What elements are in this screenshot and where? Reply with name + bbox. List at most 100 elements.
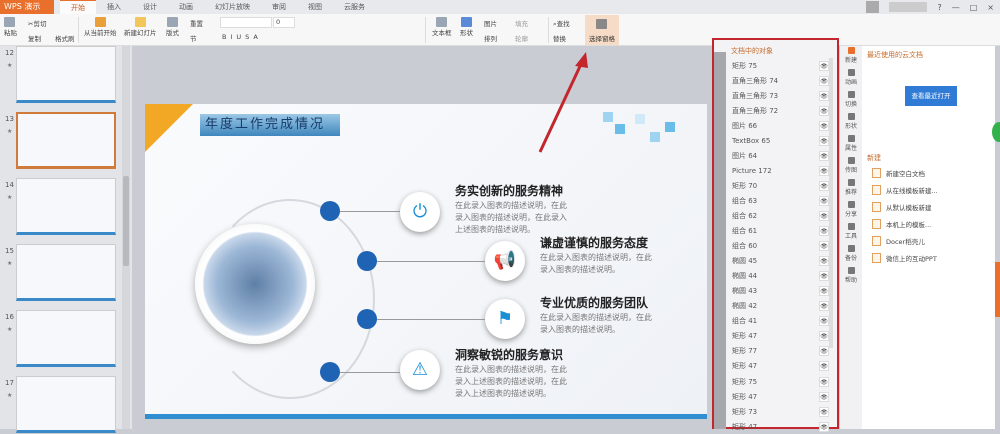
side-tab-0[interactable]: 新建 — [840, 46, 862, 68]
layout-button[interactable]: 版式 — [166, 17, 179, 37]
visibility-eye-icon[interactable]: 👁 — [819, 150, 829, 161]
new-option[interactable]: 新建空白文档 — [872, 168, 925, 178]
visibility-eye-icon[interactable]: 👁 — [819, 271, 829, 282]
shape-button[interactable]: 形状 — [460, 17, 473, 37]
new-option[interactable]: 微信上的互动PPT — [872, 253, 937, 263]
object-list-item[interactable]: 矩形 75 👁 — [729, 58, 829, 73]
font-name-select[interactable] — [220, 17, 272, 28]
side-tab-7[interactable]: 分享 — [840, 200, 862, 222]
visibility-eye-icon[interactable]: 👁 — [819, 226, 829, 237]
new-option[interactable]: 从默认模板新建 — [872, 202, 932, 212]
selection-pane-button[interactable]: 选择窗格 — [585, 15, 619, 45]
object-list-item[interactable]: 矩形 77 👁 — [729, 344, 829, 359]
help-button[interactable]: ? — [937, 3, 941, 12]
slide-thumbnail[interactable] — [16, 310, 116, 367]
item-title[interactable]: 务实创新的服务精神 — [455, 182, 563, 199]
slide-thumbnail[interactable] — [16, 244, 116, 301]
picture-button[interactable]: 图片 — [484, 18, 497, 28]
new-option[interactable]: Docer稻壳儿 — [872, 236, 925, 246]
side-tab-1[interactable]: 动画 — [840, 68, 862, 90]
tab-6[interactable]: 视图 — [297, 0, 333, 15]
object-list-item[interactable]: 椭圆 44 👁 — [729, 269, 829, 284]
object-list-item[interactable]: 矩形 73 👁 — [729, 404, 829, 419]
pane-splitter[interactable] — [714, 52, 726, 429]
visibility-eye-icon[interactable]: 👁 — [819, 165, 829, 176]
minimize-button[interactable]: — — [952, 3, 960, 12]
side-tab-10[interactable]: 帮助 — [840, 266, 862, 288]
visibility-eye-icon[interactable]: 👁 — [819, 316, 829, 327]
app-menu-button[interactable]: WPS 演示 — [0, 0, 54, 14]
slide-thumbnail[interactable] — [16, 112, 116, 169]
scrollbar-thumb[interactable] — [123, 176, 129, 266]
open-recent-button[interactable]: 查看最近打开 — [905, 86, 957, 106]
find-button[interactable]: ⌕查找 — [553, 18, 570, 29]
side-tab-3[interactable]: 形状 — [840, 112, 862, 134]
object-list-item[interactable]: 矩形 47 👁 — [729, 419, 829, 434]
format-painter-button[interactable]: 格式刷 — [55, 33, 75, 43]
object-list-item[interactable]: 椭圆 43 👁 — [729, 284, 829, 299]
font-style-buttons[interactable]: BIUSA — [222, 33, 262, 41]
avatar[interactable] — [866, 1, 880, 13]
object-list-item[interactable]: 图片 66 👁 — [729, 118, 829, 133]
object-list-item[interactable]: 矩形 70 👁 — [729, 178, 829, 193]
visibility-eye-icon[interactable]: 👁 — [819, 90, 829, 101]
object-list-item[interactable]: 椭圆 42 👁 — [729, 299, 829, 314]
visibility-eye-icon[interactable]: 👁 — [819, 180, 829, 191]
slide-thumbnail[interactable] — [16, 46, 116, 103]
visibility-eye-icon[interactable]: 👁 — [819, 361, 829, 372]
item-title[interactable]: 谦虚谨慎的服务态度 — [540, 234, 648, 251]
side-collapse-tab[interactable] — [995, 262, 1000, 317]
paste-button[interactable]: 粘贴 — [4, 17, 17, 37]
slide-title[interactable]: 年度工作完成情况 — [200, 114, 340, 136]
object-list-item[interactable]: 组合 41 👁 — [729, 314, 829, 329]
new-option[interactable]: 从在线模板新建... — [872, 185, 938, 195]
object-list-item[interactable]: 组合 62 👁 — [729, 208, 829, 223]
object-list-item[interactable]: 椭圆 45 👁 — [729, 254, 829, 269]
from-current-button[interactable]: 从当前开始 — [84, 17, 117, 37]
object-list-item[interactable]: 图片 64 👁 — [729, 148, 829, 163]
copy-button[interactable]: 复制 — [28, 33, 41, 43]
object-list-item[interactable]: TextBox 65 👁 — [729, 133, 829, 148]
tab-2[interactable]: 设计 — [132, 0, 168, 15]
object-list-item[interactable]: 矩形 47 👁 — [729, 359, 829, 374]
thumbnails-scrollbar[interactable] — [122, 46, 130, 429]
object-list-item[interactable]: 组合 63 👁 — [729, 193, 829, 208]
object-list-item[interactable]: 直角三角形 72 👁 — [729, 103, 829, 118]
side-tab-9[interactable]: 备份 — [840, 244, 862, 266]
side-tab-4[interactable]: 属性 — [840, 134, 862, 156]
tab-3[interactable]: 动画 — [168, 0, 204, 15]
item-description[interactable]: 在此录入图表的描述说明，在此录入图表的描述说明。 — [540, 312, 655, 336]
object-list-item[interactable]: 组合 61 👁 — [729, 224, 829, 239]
visibility-eye-icon[interactable]: 👁 — [819, 256, 829, 267]
visibility-eye-icon[interactable]: 👁 — [819, 210, 829, 221]
item-description[interactable]: 在此录入图表的描述说明，在此录入图表的描述说明，在此录入上述图表的描述说明。 — [455, 200, 570, 236]
object-list-item[interactable]: Picture 172 👁 — [729, 163, 829, 178]
visibility-eye-icon[interactable]: 👁 — [819, 376, 829, 387]
tab-4[interactable]: 幻灯片放映 — [204, 0, 261, 15]
close-button[interactable]: × — [987, 3, 994, 12]
slide-canvas[interactable]: 年度工作完成情况 ⏻ 务实创新的服务精神 在此录入图表的描述说明，在此录入图表的描述… — [145, 104, 707, 419]
object-list-item[interactable]: 矩形 47 👁 — [729, 389, 829, 404]
visibility-eye-icon[interactable]: 👁 — [819, 120, 829, 131]
section-button[interactable]: 节 — [190, 33, 197, 43]
reset-button[interactable]: 重置 — [190, 18, 203, 28]
floating-assistant-button[interactable] — [992, 122, 1000, 142]
visibility-eye-icon[interactable]: 👁 — [819, 331, 829, 342]
visibility-eye-icon[interactable]: 👁 — [819, 135, 829, 146]
visibility-eye-icon[interactable]: 👁 — [819, 391, 829, 402]
slide-thumbnail[interactable] — [16, 178, 116, 235]
visibility-eye-icon[interactable]: 👁 — [819, 301, 829, 312]
visibility-eye-icon[interactable]: 👁 — [819, 75, 829, 86]
item-title[interactable]: 专业优质的服务团队 — [540, 294, 648, 311]
maximize-button[interactable]: □ — [970, 3, 978, 12]
side-tab-5[interactable]: 传图 — [840, 156, 862, 178]
new-slide-button[interactable]: 新建幻灯片 — [124, 17, 157, 37]
item-title[interactable]: 洞察敏锐的服务意识 — [455, 346, 563, 363]
side-tab-6[interactable]: 推荐 — [840, 178, 862, 200]
new-option[interactable]: 本机上的模板... — [872, 219, 931, 229]
visibility-eye-icon[interactable]: 👁 — [819, 406, 829, 417]
font-size-select[interactable]: 0 — [273, 17, 295, 28]
visibility-eye-icon[interactable]: 👁 — [819, 241, 829, 252]
cut-button[interactable]: ✂剪切 — [28, 18, 46, 28]
object-list-item[interactable]: 矩形 47 👁 — [729, 329, 829, 344]
